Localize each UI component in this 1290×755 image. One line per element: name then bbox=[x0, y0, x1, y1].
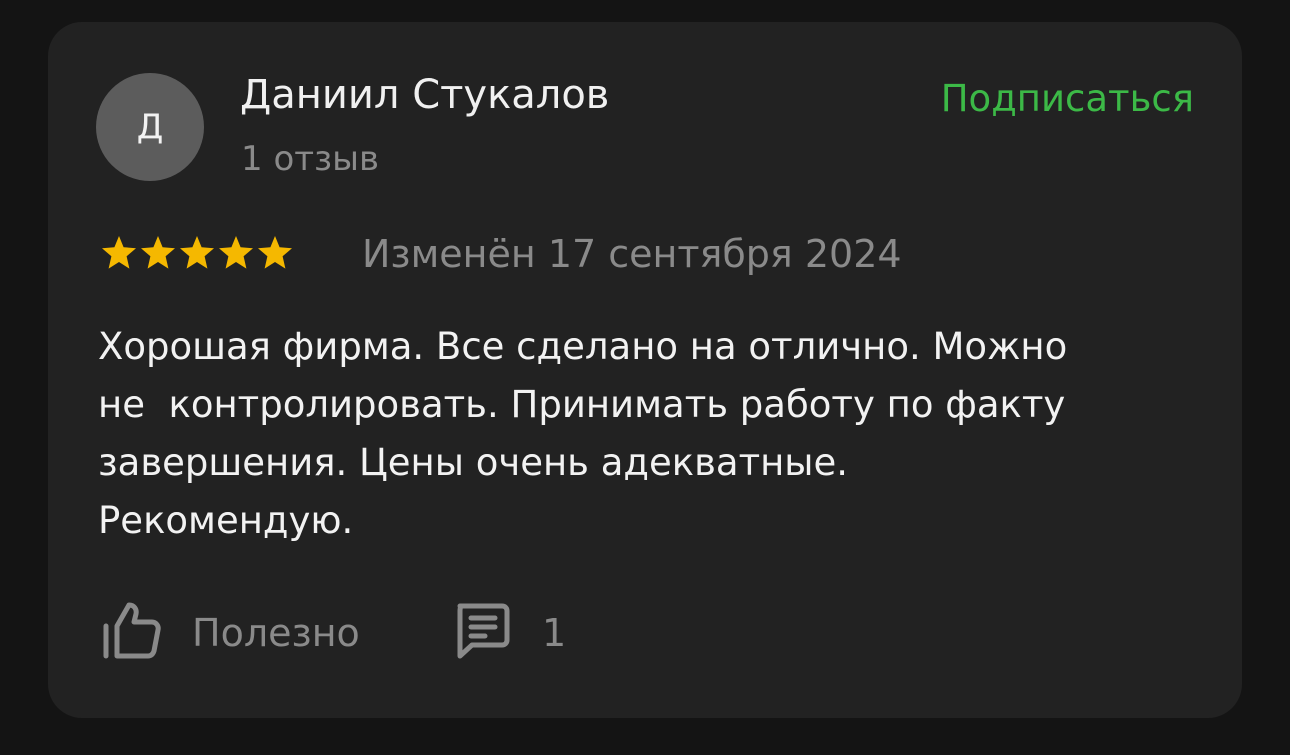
star-icon bbox=[141, 236, 175, 269]
rating-stars bbox=[100, 230, 295, 276]
review-text: Хорошая фирма. Все сделано на отлично. М… bbox=[98, 325, 1068, 542]
review-date: Изменён 17 сентября 2024 bbox=[362, 232, 902, 276]
helpful-button[interactable]: Полезно bbox=[100, 600, 360, 666]
author-name[interactable]: Даниил Стукалов bbox=[240, 70, 609, 120]
thumbs-up-icon bbox=[100, 600, 162, 666]
star-icon bbox=[102, 236, 136, 269]
comments-button[interactable]: 1 bbox=[450, 600, 566, 666]
star-icon bbox=[180, 236, 214, 269]
helpful-label: Полезно bbox=[192, 611, 360, 655]
star-icon bbox=[219, 236, 253, 269]
comments-count: 1 bbox=[542, 611, 567, 655]
comment-icon bbox=[450, 600, 512, 666]
subscribe-button[interactable]: Подписаться bbox=[941, 76, 1194, 122]
author-review-count: 1 отзыв bbox=[241, 139, 380, 179]
star-icon bbox=[258, 236, 292, 269]
avatar[interactable]: Д bbox=[96, 73, 204, 181]
review-card: Д Даниил Стукалов 1 отзыв Подписаться Из… bbox=[48, 22, 1242, 718]
